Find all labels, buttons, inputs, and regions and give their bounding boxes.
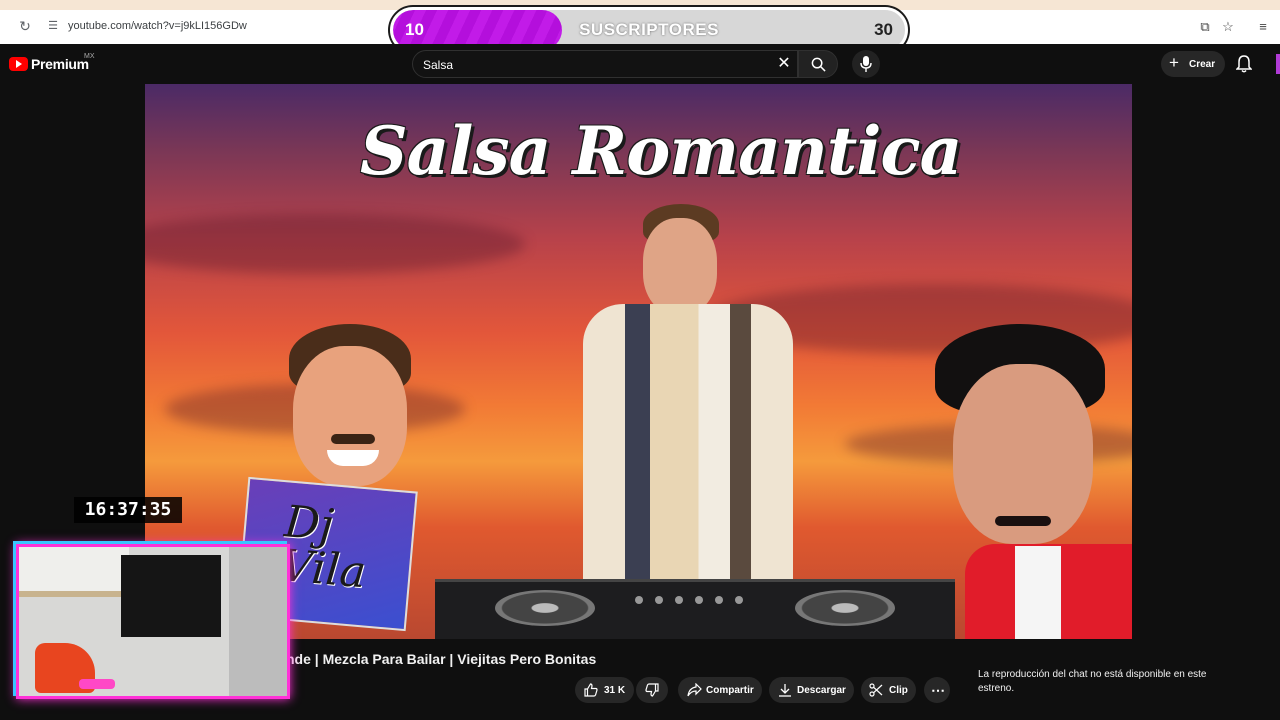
youtube-brand: Premium <box>31 56 89 72</box>
reading-list-icon[interactable]: ≡ <box>1254 18 1272 36</box>
download-button[interactable]: Descargar <box>769 677 854 703</box>
download-icon <box>779 684 791 697</box>
youtube-play-icon <box>9 57 28 71</box>
subscriber-goal: 30 <box>874 20 893 39</box>
bookmark-star-icon[interactable]: ☆ <box>1219 18 1237 36</box>
more-actions-button[interactable]: ⋯ <box>924 677 950 703</box>
video-player[interactable]: Salsa Romantica Dj Vila <box>145 84 1132 639</box>
site-info-icon[interactable]: ☰ <box>46 19 60 33</box>
stream-clock: 16:37:35 <box>74 497 182 523</box>
share-button[interactable]: Compartir <box>678 677 762 703</box>
like-button[interactable]: 31 K <box>575 677 634 703</box>
install-icon[interactable]: ⧉ <box>1196 18 1214 36</box>
more-icon: ⋯ <box>931 682 945 698</box>
search-button[interactable] <box>798 50 838 78</box>
youtube-header: Premium MX Salsa ✕ + Crear <box>0 44 1280 84</box>
subscriber-label: SUSCRIPTORES <box>579 20 719 39</box>
download-label: Descargar <box>797 685 846 696</box>
reload-icon[interactable]: ↻ <box>16 17 34 35</box>
video-frame-title: Salsa Romantica <box>360 112 962 190</box>
microphone-icon <box>860 56 872 72</box>
dislike-button[interactable] <box>636 677 668 703</box>
address-bar[interactable]: youtube.com/watch?v=j9kLI156GDw <box>68 20 247 32</box>
youtube-logo[interactable]: Premium <box>9 56 89 72</box>
thumbs-down-icon <box>645 683 659 697</box>
search-input[interactable]: Salsa ✕ <box>412 50 798 78</box>
plus-icon: + <box>1169 53 1179 72</box>
dj-image <box>563 204 823 584</box>
chat-unavailable-notice: La reproducción del chat no está disponi… <box>978 669 1207 694</box>
avatar[interactable] <box>1276 54 1280 74</box>
dj-controller-image <box>435 579 955 639</box>
create-button[interactable]: + Crear <box>1161 51 1225 77</box>
share-label: Compartir <box>706 685 754 696</box>
clip-label: Clip <box>889 685 908 696</box>
country-code: MX <box>84 53 95 60</box>
scissors-icon <box>869 683 883 697</box>
voice-search-button[interactable] <box>852 50 880 78</box>
share-icon <box>687 683 702 697</box>
search-icon <box>811 57 826 72</box>
notifications-bell-icon[interactable] <box>1236 55 1252 73</box>
webcam-overlay <box>16 544 290 699</box>
clear-search-icon[interactable]: ✕ <box>775 55 793 73</box>
create-label: Crear <box>1189 59 1216 70</box>
dj-logo-text: Dj Vila <box>278 496 369 599</box>
clip-button[interactable]: Clip <box>861 677 916 703</box>
video-title: nde | Mezcla Para Bailar | Viejitas Pero… <box>286 651 597 667</box>
search-query: Salsa <box>423 58 454 72</box>
like-count: 31 K <box>604 685 626 696</box>
singer-right-image <box>935 324 1132 639</box>
thumbs-up-icon <box>584 683 598 697</box>
